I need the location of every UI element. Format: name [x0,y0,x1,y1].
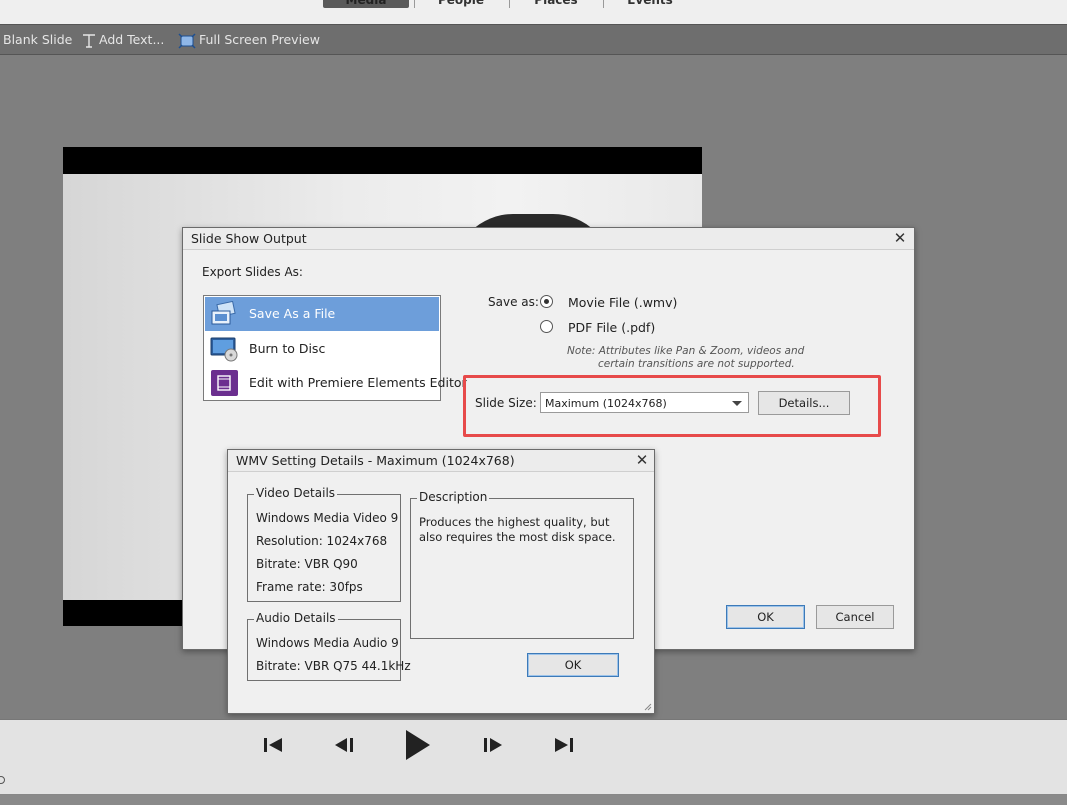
skip-to-end-button[interactable] [549,720,579,770]
video-detail-line: Bitrate: VBR Q90 [256,557,358,571]
resize-grip-icon[interactable] [643,702,652,711]
tab-places[interactable]: Places [513,0,599,8]
skip-to-start-icon [264,738,282,752]
slide-size-label: Slide Size: [475,396,537,410]
play-icon [406,730,430,760]
save-as-label: Save as: [488,295,539,309]
full-screen-preview-label: Full Screen Preview [199,32,320,47]
video-details-title: Video Details [254,486,338,500]
close-icon[interactable]: ✕ [890,228,910,249]
ok-button[interactable]: OK [726,605,805,629]
note-line-2: certain transitions are not supported. [598,358,795,370]
movie-file-label[interactable]: Movie File (.wmv) [568,295,677,310]
next-frame-button[interactable] [478,720,508,770]
full-screen-preview-button[interactable]: Full Screen Preview [178,25,320,54]
close-icon[interactable]: ✕ [632,450,652,471]
slide-size-select[interactable]: Maximum (1024x768) [540,392,749,413]
cancel-button[interactable]: Cancel [816,605,894,629]
export-option-premiere-editor[interactable]: Edit with Premiere Elements Editor [205,366,467,400]
previous-frame-icon [335,738,353,752]
tab-media[interactable]: Media [323,0,409,8]
description-group: Description Produces the highest quality… [410,490,634,639]
video-detail-line: Windows Media Video 9 [256,511,399,525]
wmv-dialog-titlebar: WMV Setting Details - Maximum (1024x768) [228,450,654,472]
tab-separator [603,0,604,8]
burn-disc-icon [210,337,238,362]
slideshow-toolbar: Blank Slide Add Text... Full Screen Prev… [0,25,1067,55]
export-options-list: Save As a File Burn to Disc Edit with Pr… [203,295,467,401]
dialog-titlebar: Slide Show Output [183,228,914,250]
premiere-film-icon [211,370,238,396]
dialog-title: Slide Show Output [191,231,307,246]
play-button[interactable] [399,720,435,770]
export-option-save-file[interactable]: Save As a File [205,297,439,331]
description-title: Description [417,490,490,504]
video-detail-line: Resolution: 1024x768 [256,534,388,548]
note-line-1: Note: Attributes like Pan & Zoom, videos… [567,345,805,357]
previous-frame-button[interactable] [329,720,359,770]
add-text-label: Add Text... [99,32,165,47]
wmv-ok-button[interactable]: OK [527,653,619,677]
add-text-button[interactable]: Add Text... [82,25,164,54]
description-text: Produces the highest quality, but also r… [419,515,616,544]
status-indicator-icon [0,776,5,784]
pdf-file-label[interactable]: PDF File (.pdf) [568,320,655,335]
next-frame-icon [484,738,502,752]
slide-size-value: Maximum (1024x768) [545,397,667,410]
export-slides-label: Export Slides As: [202,265,303,279]
top-navigation-strip: Media People Places Events [0,0,1067,25]
save-file-icon [211,301,236,325]
tab-separator [414,0,415,8]
chevron-down-icon [732,401,742,406]
skip-to-start-button[interactable] [258,720,288,770]
export-option-label: Burn to Disc [249,341,326,356]
movie-file-radio[interactable] [540,295,553,308]
pdf-file-radio[interactable] [540,320,553,333]
tab-events[interactable]: Events [607,0,693,8]
audio-details-title: Audio Details [254,611,338,625]
text-t-icon [83,33,95,48]
wmv-setting-details-dialog: WMV Setting Details - Maximum (1024x768)… [227,449,655,714]
export-option-burn-disc[interactable]: Burn to Disc [205,332,439,366]
video-detail-line: Frame rate: 30fps [256,580,363,594]
export-option-label: Edit with Premiere Elements Editor [249,375,467,390]
details-button[interactable]: Details... [758,391,850,415]
bottom-strip [0,795,1067,805]
video-details-group: Video Details Windows Media Video 9 Reso… [247,486,401,602]
blank-slide-label: Blank Slide [3,32,73,47]
export-option-label: Save As a File [249,306,336,321]
audio-detail-line: Windows Media Audio 9 [256,636,399,650]
wmv-dialog-title: WMV Setting Details - Maximum (1024x768) [236,453,515,468]
skip-to-end-icon [555,738,573,752]
audio-details-group: Audio Details Windows Media Audio 9 Bitr… [247,611,411,681]
status-bar [0,770,1067,795]
audio-detail-line: Bitrate: VBR Q75 44.1kHz [256,659,411,673]
full-screen-icon [178,32,196,49]
playback-controls [0,719,1067,771]
tab-separator [509,0,510,8]
tab-people[interactable]: People [418,0,504,8]
blank-slide-button[interactable]: Blank Slide [3,25,72,54]
